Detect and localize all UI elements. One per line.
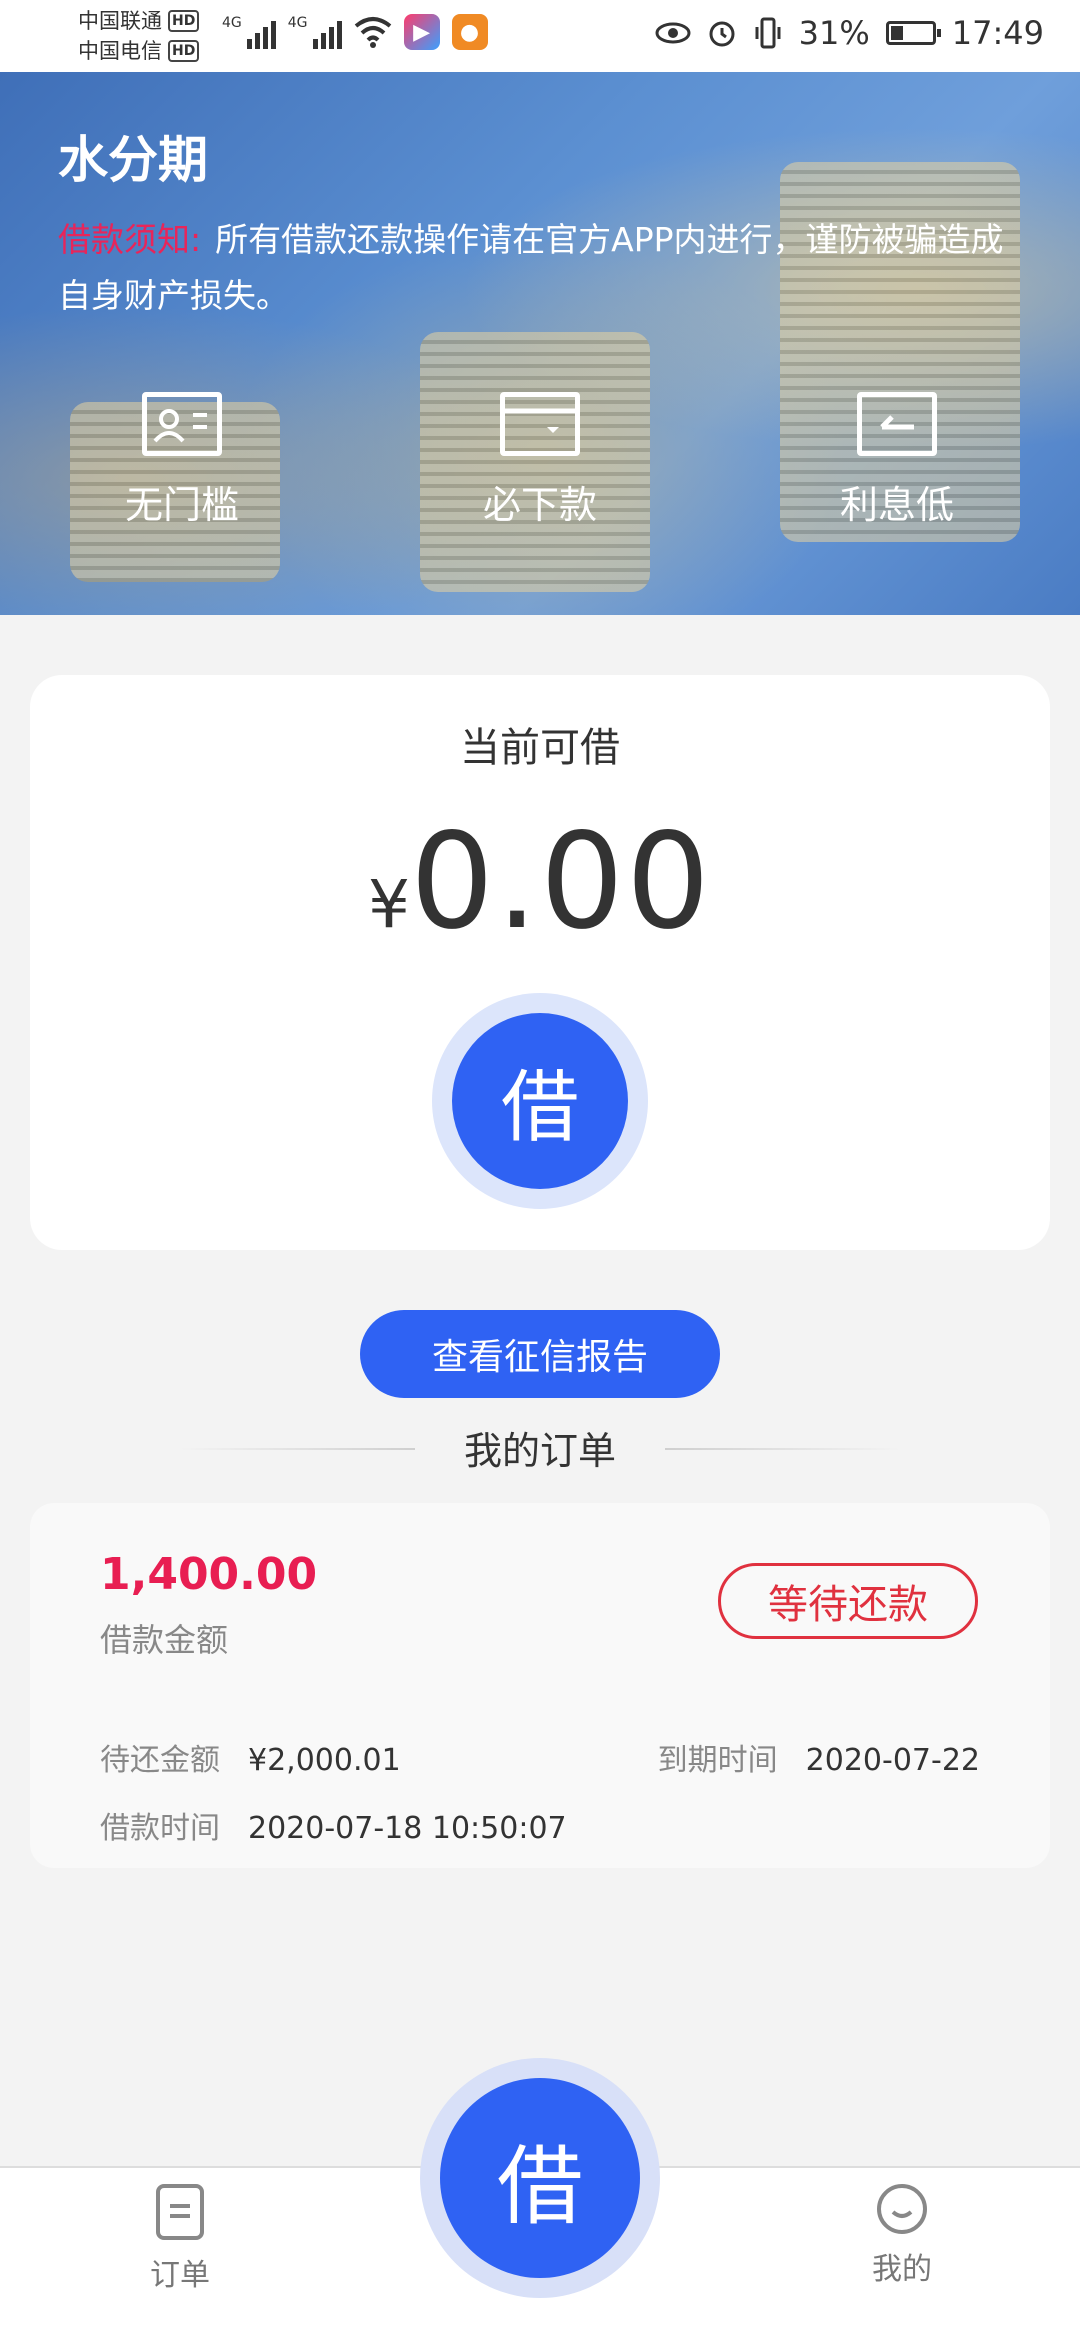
loan-notice: 借款须知: 所有借款还款操作请在官方APP内进行，谨防被骗造成自身财产损失。 (58, 212, 1028, 324)
due-date-label: 到期时间 (657, 1743, 778, 1778)
order-amount: 1,400.00 (100, 1549, 318, 1600)
divider (665, 1448, 900, 1450)
order-amount-label: 借款金额 (100, 1621, 229, 1659)
id-card-icon (142, 392, 222, 456)
borrow-button[interactable]: 借 (432, 993, 648, 1209)
app-notification-icon: ▶ (403, 14, 440, 50)
repay-amount-value: ¥2,000.01 (248, 1743, 401, 1778)
profile-icon (877, 2184, 927, 2234)
amount-value: 0.00 (410, 805, 712, 959)
status-icons: 4G 4G ▶ ● (222, 14, 488, 50)
carrier-2: 中国电信 (78, 39, 162, 63)
order-card[interactable]: 1,400.00 借款金额 等待还款 待还金额 ¥2,000.01 到期时间 202… (30, 1503, 1050, 1868)
my-orders-title: 我的订单 (463, 1429, 616, 1473)
nav-me[interactable]: 我的 (822, 2184, 982, 2288)
my-orders-heading: 我的订单 (0, 1420, 1080, 1476)
status-bar: 中国联通 HD 中国电信 HD 4G 4G ▶ ● 31% 17:49 (0, 0, 1080, 72)
borrow-fab[interactable]: 借 (420, 2058, 660, 2298)
carrier-info: 中国联通 HD 中国电信 HD (78, 6, 200, 66)
due-date-value: 2020-07-22 (805, 1743, 980, 1778)
nav-orders-label: 订单 (150, 2258, 210, 2293)
uc-browser-icon: ● (451, 14, 488, 50)
signal-icon-2: 4G (288, 15, 342, 49)
borrow-fab-label[interactable]: 借 (440, 2078, 640, 2278)
battery-percent: 31% (798, 14, 870, 52)
borrow-button-label[interactable]: 借 (452, 1013, 628, 1189)
vibrate-icon (755, 17, 781, 49)
alarm-icon (709, 21, 735, 47)
feature-guaranteed-loan: 必下款 (440, 392, 640, 529)
repay-amount-row: 待还金额 ¥2,000.01 (100, 1735, 401, 1779)
available-credit-title: 当前可借 (460, 725, 620, 771)
feature-label: 无门槛 (124, 483, 239, 527)
currency-symbol: ¥ (368, 866, 411, 943)
hd-badge-2: HD (168, 40, 200, 62)
wallet-card-icon (500, 392, 580, 456)
eye-comfort-icon (655, 22, 691, 44)
clock: 17:49 (951, 14, 1044, 52)
hd-badge-1: HD (168, 10, 200, 32)
feature-label: 利息低 (839, 483, 954, 527)
due-date-row: 到期时间 2020-07-22 (658, 1735, 980, 1779)
status-right: 31% 17:49 (655, 14, 1044, 52)
signal-icon-1: 4G (222, 15, 276, 49)
borrow-time-label: 借款时间 (100, 1811, 220, 1846)
battery-icon (885, 21, 941, 45)
carrier-1: 中国联通 (78, 9, 162, 33)
orders-icon (156, 2184, 204, 2240)
wifi-icon (354, 17, 391, 48)
nav-me-label: 我的 (872, 2252, 932, 2287)
app-title: 水分期 (58, 131, 208, 189)
notice-label: 借款须知: (58, 220, 202, 259)
order-status-badge[interactable]: 等待还款 (718, 1563, 978, 1639)
repay-amount-label: 待还金额 (100, 1743, 220, 1778)
divider (180, 1448, 415, 1450)
borrow-time-value: 2020-07-18 10:50:07 (248, 1811, 567, 1846)
nav-orders[interactable]: 订单 (100, 2184, 260, 2294)
view-credit-report-button[interactable]: 查看征信报告 (360, 1310, 720, 1398)
feature-label: 必下款 (482, 483, 597, 527)
feature-no-threshold: 无门槛 (82, 392, 282, 529)
available-amount: ¥0.00 (30, 805, 1050, 959)
header-banner: 水分期 借款须知: 所有借款还款操作请在官方APP内进行，谨防被骗造成自身财产损失… (0, 72, 1080, 615)
feature-low-interest: 利息低 (797, 392, 997, 529)
return-arrow-icon (857, 392, 937, 456)
borrow-time-row: 借款时间 2020-07-18 10:50:07 (100, 1803, 567, 1847)
available-credit-card: 当前可借 ¥0.00 借 (30, 675, 1050, 1250)
